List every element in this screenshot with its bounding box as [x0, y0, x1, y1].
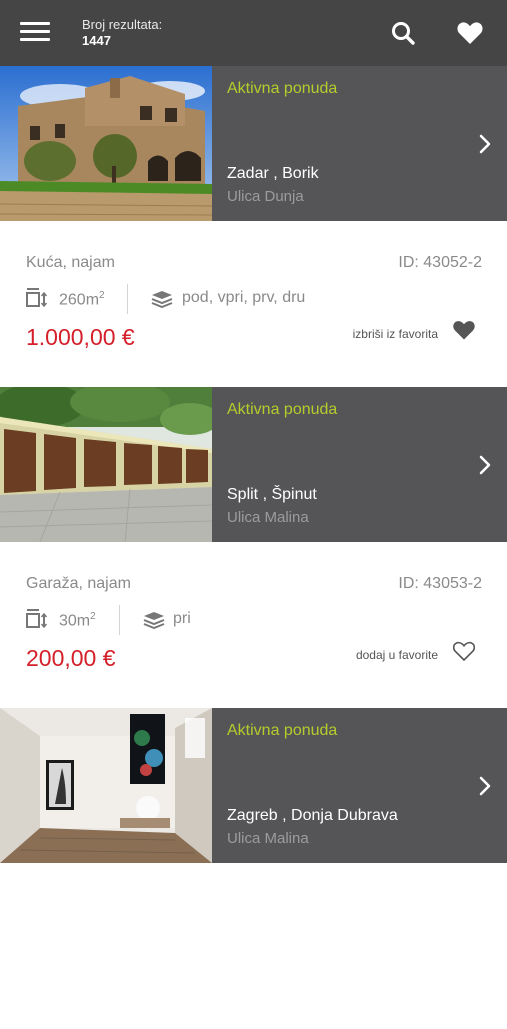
results-summary: Broj rezultata: 1447	[82, 17, 162, 49]
listing-details: Garaža, najam ID: 43053-2 30m2 pri 200,0…	[0, 542, 507, 708]
chevron-right-icon	[479, 776, 491, 796]
listing-header[interactable]: Aktivna ponuda Zagreb , Donja Dubrava Ul…	[0, 708, 507, 863]
listing-status: Aktivna ponuda	[227, 401, 338, 418]
divider	[127, 284, 128, 314]
menu-button[interactable]	[20, 22, 50, 44]
hamburger-icon	[20, 22, 50, 25]
listing-city: Zadar , Borik	[227, 165, 319, 182]
divider	[119, 605, 120, 635]
listing-area: 260m2	[59, 290, 105, 309]
listing-floors: pod, vpri, prv, dru	[182, 289, 306, 306]
area-unit-superscript: 2	[90, 611, 96, 622]
add-favorite-link[interactable]: dodaj u favorite	[330, 648, 438, 662]
listing-street: Ulica Dunja	[227, 188, 304, 205]
listing-status: Aktivna ponuda	[227, 722, 338, 739]
layers-icon	[143, 612, 165, 629]
listing-photo	[0, 387, 212, 542]
listing-city: Split , Špinut	[227, 486, 317, 503]
listing-price: 200,00 €	[26, 645, 116, 671]
listing-header[interactable]: Aktivna ponuda Zadar , Borik Ulica Dunja	[0, 66, 507, 221]
chevron-right-icon	[479, 455, 491, 475]
chevron-right-icon	[479, 134, 491, 154]
listing-type: Garaža, najam	[26, 575, 131, 592]
listing-street: Ulica Malina	[227, 830, 309, 847]
listing-street: Ulica Malina	[227, 509, 309, 526]
area-value: 30m	[59, 612, 91, 630]
listing-type: Kuća, najam	[26, 254, 115, 271]
listing-id: ID: 43053-2	[398, 575, 482, 592]
heart-icon	[457, 22, 483, 44]
top-bar: Broj rezultata: 1447	[0, 0, 507, 66]
listing-area: 30m2	[59, 611, 96, 630]
listing-photo	[0, 66, 212, 221]
listing-status: Aktivna ponuda	[227, 80, 338, 97]
hamburger-icon	[20, 38, 50, 41]
listing-city: Zagreb , Donja Dubrava	[227, 807, 398, 824]
heart-outline-icon[interactable]	[452, 640, 476, 662]
listing-id: ID: 43052-2	[398, 254, 482, 271]
listing-details: Kuća, najam ID: 43052-2 260m2 pod, vpri,…	[0, 221, 507, 387]
listing-header[interactable]: Aktivna ponuda Split , Špinut Ulica Mali…	[0, 387, 507, 542]
layers-icon	[151, 291, 173, 308]
hamburger-icon	[20, 30, 50, 33]
remove-favorite-link[interactable]: izbriši iz favorita	[330, 327, 438, 341]
area-unit-superscript: 2	[99, 290, 105, 301]
listing-price: 1.000,00 €	[26, 324, 135, 350]
listing-details	[0, 863, 507, 1029]
search-icon	[392, 22, 415, 45]
results-label: Broj rezultata:	[82, 17, 163, 32]
favorites-button[interactable]	[456, 20, 484, 46]
area-dimensions-icon	[26, 288, 48, 308]
results-count: 1447	[82, 33, 111, 48]
area-value: 260m	[59, 291, 100, 309]
search-button[interactable]	[390, 20, 416, 46]
heart-filled-icon[interactable]	[452, 319, 476, 341]
listing-photo	[0, 708, 212, 863]
area-dimensions-icon	[26, 609, 48, 629]
listing-floors: pri	[173, 610, 191, 627]
